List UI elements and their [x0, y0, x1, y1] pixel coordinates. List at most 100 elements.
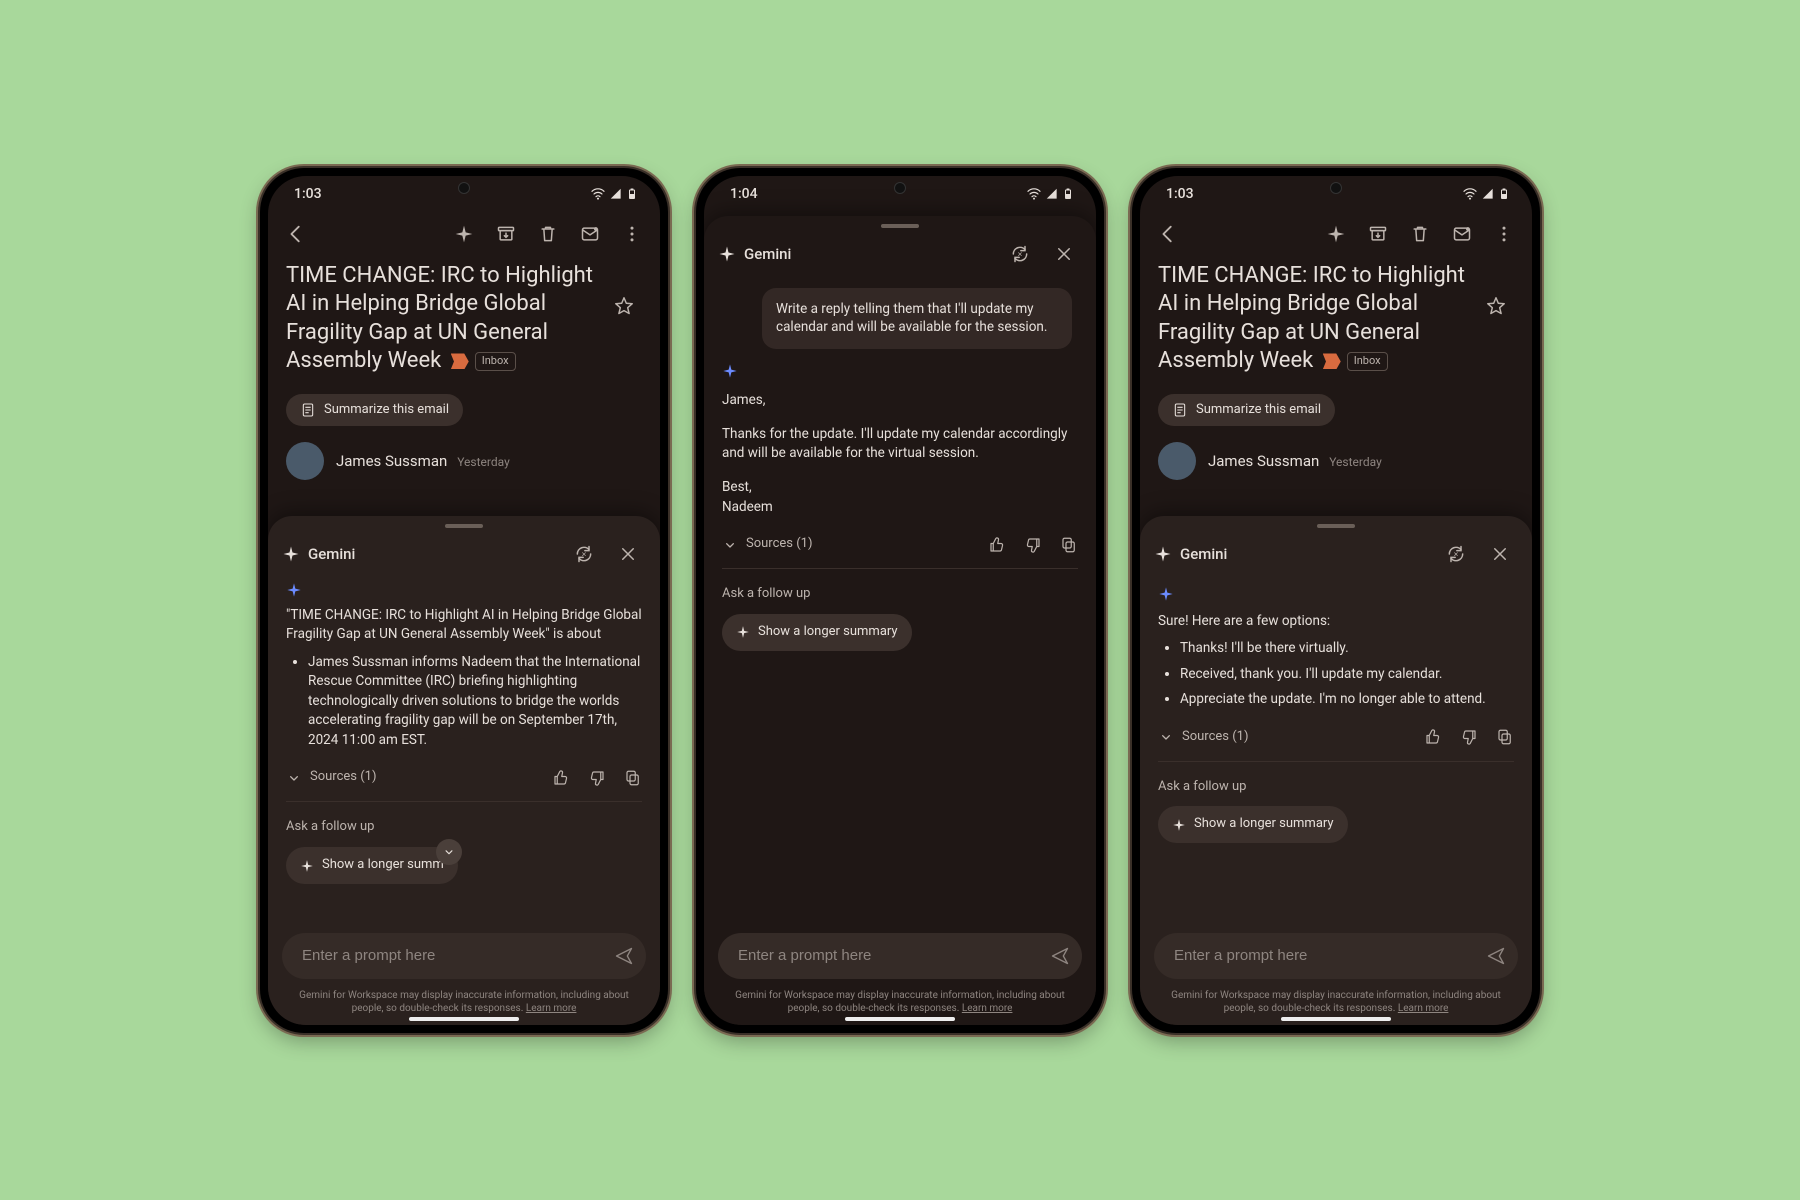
reset-button[interactable]: [1438, 536, 1474, 572]
back-button[interactable]: [1150, 216, 1186, 252]
signal-icon: [1045, 187, 1059, 201]
summarize-email-chip[interactable]: Summarize this email: [1158, 394, 1335, 426]
sources-toggle[interactable]: Sources (1): [286, 768, 377, 787]
gemini-button[interactable]: [446, 216, 482, 252]
email-toolbar: [268, 212, 660, 256]
status-bar: 1:03: [1140, 176, 1532, 212]
avatar: [286, 442, 324, 480]
prompt-input-bar[interactable]: [718, 933, 1082, 979]
star-button[interactable]: [1478, 288, 1514, 324]
expand-suggestion-button[interactable]: [436, 839, 462, 865]
prompt-input[interactable]: [736, 946, 1040, 965]
gemini-panel: Gemini Write a reply telling them that I…: [704, 216, 1096, 1025]
battery-icon: [1062, 186, 1074, 202]
sources-toggle[interactable]: Sources (1): [1158, 728, 1249, 747]
drag-handle[interactable]: [445, 524, 483, 528]
close-panel-button[interactable]: [1046, 236, 1082, 272]
archive-button[interactable]: [488, 216, 524, 252]
star-outline-icon: [1485, 295, 1507, 317]
copy-button[interactable]: [624, 769, 642, 787]
learn-more-link[interactable]: Learn more: [962, 1003, 1013, 1014]
thumbs-up-button[interactable]: [988, 536, 1006, 554]
home-indicator[interactable]: [845, 1017, 955, 1021]
panel-title: Gemini: [308, 545, 558, 563]
refresh-icon: [1010, 244, 1030, 264]
more-vert-icon: [1494, 224, 1514, 244]
home-indicator[interactable]: [1281, 1017, 1391, 1021]
thumbs-up-button[interactable]: [552, 769, 570, 787]
drag-handle[interactable]: [1317, 524, 1355, 528]
sender-time: Yesterday: [1329, 455, 1382, 469]
thumbs-up-icon: [552, 769, 570, 787]
wifi-icon: [590, 186, 606, 202]
signal-icon: [609, 187, 623, 201]
back-arrow-icon: [285, 223, 307, 245]
close-panel-button[interactable]: [610, 536, 646, 572]
back-button[interactable]: [278, 216, 314, 252]
send-button[interactable]: [1050, 946, 1070, 966]
prompt-input[interactable]: [300, 946, 604, 965]
summary-bullet: James Sussman informs Nadeem that the In…: [308, 653, 642, 751]
thumbs-down-icon: [1024, 536, 1042, 554]
importance-marker-icon[interactable]: [451, 353, 469, 369]
thumbs-up-icon: [1424, 728, 1442, 746]
inbox-label[interactable]: Inbox: [475, 352, 516, 370]
learn-more-link[interactable]: Learn more: [526, 1003, 577, 1014]
send-button[interactable]: [1486, 946, 1506, 966]
sources-toggle[interactable]: Sources (1): [722, 535, 813, 554]
copy-icon: [1060, 536, 1078, 554]
user-prompt-bubble: Write a reply telling them that I'll upd…: [762, 288, 1072, 350]
home-indicator[interactable]: [409, 1017, 519, 1021]
status-bar: 1:04: [704, 176, 1096, 212]
star-button[interactable]: [606, 288, 642, 324]
mark-unread-button[interactable]: [572, 216, 608, 252]
gemini-spark-icon: [300, 859, 314, 873]
sender-name: James Sussman: [1208, 452, 1319, 470]
gemini-button[interactable]: [1318, 216, 1354, 252]
thumbs-down-icon: [1460, 728, 1478, 746]
more-button[interactable]: [1486, 216, 1522, 252]
close-icon: [1491, 545, 1509, 563]
thumbs-down-button[interactable]: [588, 769, 606, 787]
trash-icon: [538, 224, 558, 244]
inbox-label[interactable]: Inbox: [1347, 352, 1388, 370]
copy-icon: [624, 769, 642, 787]
followup-label: Ask a follow up: [1158, 778, 1514, 797]
prompt-input-bar[interactable]: [282, 933, 646, 979]
copy-button[interactable]: [1060, 536, 1078, 554]
summarize-email-chip[interactable]: Summarize this email: [286, 394, 463, 426]
more-button[interactable]: [614, 216, 650, 252]
reset-button[interactable]: [566, 536, 602, 572]
importance-marker-icon[interactable]: [1323, 353, 1341, 369]
reply-option: Received, thank you. I'll update my cale…: [1180, 665, 1514, 685]
star-outline-icon: [613, 295, 635, 317]
suggestion-chip[interactable]: Show a longer summary: [1158, 806, 1348, 843]
gemini-spark-icon: [1326, 224, 1346, 244]
copy-button[interactable]: [1496, 728, 1514, 746]
learn-more-link[interactable]: Learn more: [1398, 1003, 1449, 1014]
mark-unread-icon: [580, 224, 600, 244]
thumbs-up-button[interactable]: [1424, 728, 1442, 746]
signal-icon: [1481, 187, 1495, 201]
close-panel-button[interactable]: [1482, 536, 1518, 572]
refresh-icon: [574, 544, 594, 564]
thumbs-down-button[interactable]: [1460, 728, 1478, 746]
suggestion-chip[interactable]: Show a longer summary: [722, 614, 912, 651]
reset-button[interactable]: [1002, 236, 1038, 272]
wifi-icon: [1462, 186, 1478, 202]
sender-row[interactable]: James Sussman Yesterday: [286, 442, 642, 480]
prompt-input-bar[interactable]: [1154, 933, 1518, 979]
prompt-input[interactable]: [1172, 946, 1476, 965]
sender-row[interactable]: James Sussman Yesterday: [1158, 442, 1514, 480]
suggestion-chip[interactable]: Show a longer summ: [286, 847, 458, 884]
send-icon: [1486, 946, 1506, 966]
email-subject: TIME CHANGE: IRC to Highlight AI in Help…: [1158, 262, 1470, 376]
drag-handle[interactable]: [881, 224, 919, 228]
thumbs-down-button[interactable]: [1024, 536, 1042, 554]
delete-button[interactable]: [530, 216, 566, 252]
gemini-spark-icon: [1154, 545, 1172, 563]
mark-unread-button[interactable]: [1444, 216, 1480, 252]
send-button[interactable]: [614, 946, 634, 966]
delete-button[interactable]: [1402, 216, 1438, 252]
archive-button[interactable]: [1360, 216, 1396, 252]
